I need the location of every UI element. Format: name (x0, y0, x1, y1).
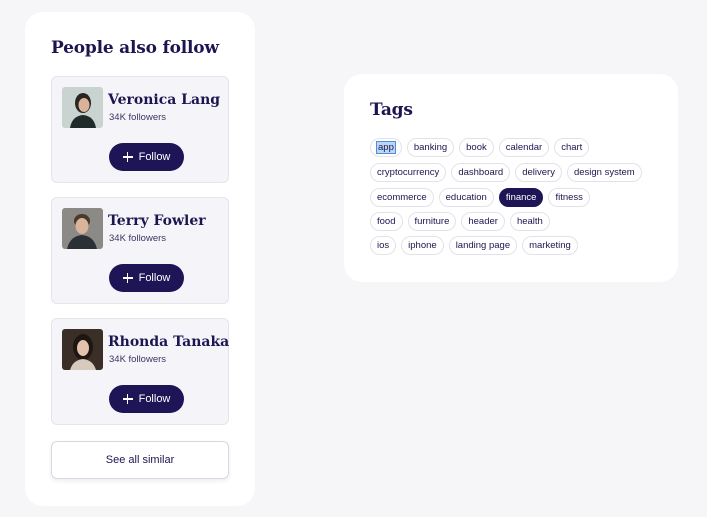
tag-book[interactable]: book (459, 138, 494, 157)
tag-row: food furniture header health (370, 212, 550, 231)
tag-app[interactable]: app (370, 138, 402, 157)
tag-chart[interactable]: chart (554, 138, 590, 157)
tag-label: app (376, 141, 396, 154)
tag-fitness[interactable]: fitness (548, 188, 590, 207)
tag-row: cryptocurrency dashboard delivery design… (370, 163, 642, 182)
avatar[interactable] (62, 87, 103, 128)
tag-calendar[interactable]: calendar (498, 138, 550, 157)
tag-ios[interactable]: ios (370, 236, 397, 255)
follow-button-label: Follow (138, 151, 171, 163)
plus-icon (122, 152, 133, 162)
people-card-title: People also follow (51, 38, 219, 58)
person-card-veronica-lang: Veronica Lang 34K followers Follow (51, 76, 229, 183)
follower-count: 34K followers (109, 112, 167, 123)
tag-row: ios iphone landing page marketing (370, 236, 578, 255)
plus-icon (122, 394, 133, 404)
tag-furniture[interactable]: furniture (407, 212, 457, 231)
person-name[interactable]: Rhonda Tanaka (108, 334, 229, 350)
tag-dashboard[interactable]: dashboard (451, 163, 511, 182)
person-card-rhonda-tanaka: Rhonda Tanaka 34K followers Follow (51, 318, 229, 425)
tag-banking[interactable]: banking (406, 138, 455, 157)
tag-row: ecommerce education finance fitness (370, 188, 590, 207)
person-card-terry-fowler: Terry Fowler 34K followers Follow (51, 197, 229, 304)
tag-cryptocurrency[interactable]: cryptocurrency (370, 163, 447, 182)
follow-button-label: Follow (138, 272, 171, 284)
follow-button-label: Follow (138, 393, 171, 405)
tag-row: app banking book calendar chart (370, 138, 590, 157)
tag-health[interactable]: health (509, 212, 550, 231)
tag-finance[interactable]: finance (498, 188, 544, 207)
tag-delivery[interactable]: delivery (515, 163, 562, 182)
tag-design-system[interactable]: design system (566, 163, 642, 182)
tag-ecommerce[interactable]: ecommerce (370, 188, 434, 207)
tags-card: Tags app banking book calendar chart cry… (344, 74, 678, 282)
tag-header[interactable]: header (461, 212, 505, 231)
tag-food[interactable]: food (370, 212, 403, 231)
plus-icon (122, 273, 133, 283)
person-name[interactable]: Veronica Lang (108, 92, 220, 108)
follow-button[interactable]: Follow (109, 264, 184, 292)
follow-button[interactable]: Follow (109, 143, 184, 171)
avatar[interactable] (62, 329, 103, 370)
tag-iphone[interactable]: iphone (401, 236, 444, 255)
tag-marketing[interactable]: marketing (522, 236, 578, 255)
avatar[interactable] (62, 208, 103, 249)
tag-landing-page[interactable]: landing page (448, 236, 518, 255)
follower-count: 34K followers (109, 233, 167, 244)
follower-count: 34K followers (109, 354, 167, 365)
people-also-follow-card: People also follow Veronica Lang 34K fol… (25, 12, 255, 506)
see-all-similar-button[interactable]: See all similar (51, 441, 229, 479)
follow-button[interactable]: Follow (109, 385, 184, 413)
person-name[interactable]: Terry Fowler (108, 213, 206, 229)
tag-education[interactable]: education (438, 188, 494, 207)
tags-card-title: Tags (370, 100, 413, 120)
